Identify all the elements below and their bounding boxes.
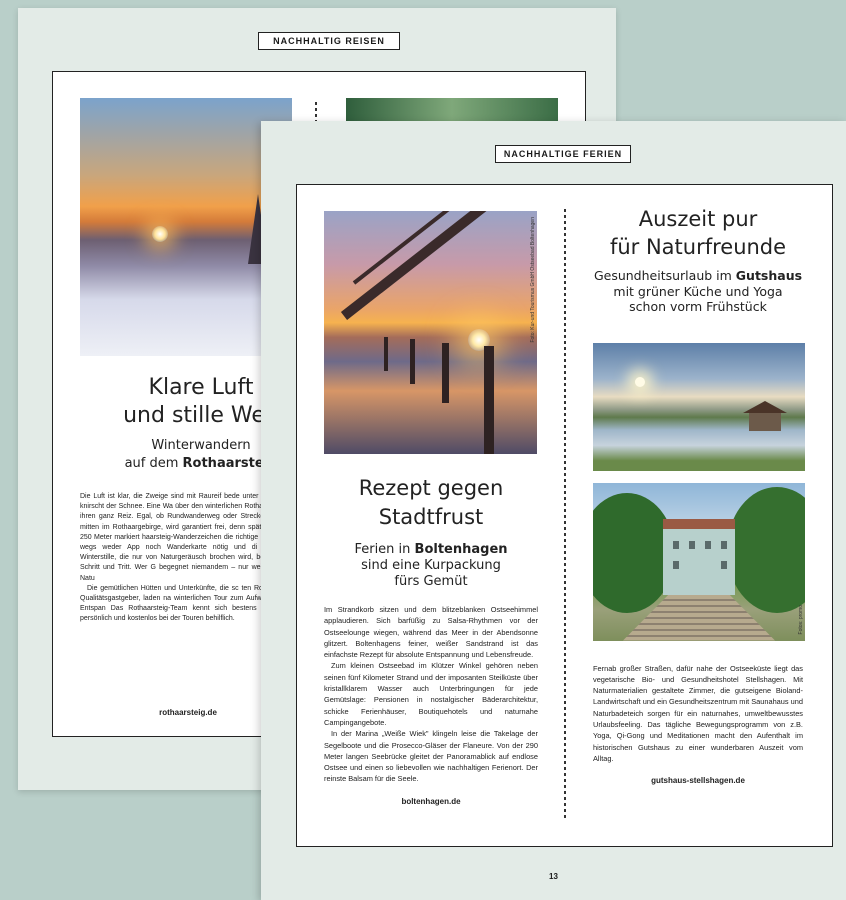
website-link[interactable]: gutshaus-stellshagen.de [593,776,803,785]
window [673,540,679,549]
photo-credit: Foto: Kur-und Tourismus GmbH Ostseebad B… [530,217,536,343]
manor-house-photo: Fotos: promo [593,482,805,641]
article-subtitle: Ferien in Boltenhagen sind eine Kurpacku… [324,542,538,590]
right-column: Auszeit pur für Naturfreunde Gesundheits… [593,205,805,785]
article-frame: Foto: Kur-und Tourismus GmbH Ostseebad B… [296,184,833,847]
pier-sunset-photo: Foto: Kur-und Tourismus GmbH Ostseebad B… [324,211,537,454]
window [721,560,727,569]
subtitle-text: Ferien in [354,542,415,557]
pavilion-base [749,412,781,431]
title-line: und stille Weg [123,403,279,428]
pier-post [442,343,449,403]
pier-post [410,339,415,384]
title-line: Klare Luft [148,375,254,400]
pier-post [384,337,388,371]
subtitle-line: mit grüner Küche und Yoga [613,283,783,299]
pier-post [484,346,494,454]
pier-rail [352,211,537,285]
window [721,540,727,549]
tree [727,486,805,613]
section-tag: NACHHALTIGE FERIEN [495,145,631,163]
section-tag: NACHHALTIG REISEN [258,32,400,50]
subtitle-bold: Gutshaus [735,268,803,283]
article-title: Rezept gegen Stadtfrust [324,474,538,532]
article-body: Im Strandkorb sitzen und dem blitzeblank… [324,604,538,785]
page-number: 13 [549,872,558,881]
window [705,540,711,549]
sun [635,376,645,387]
column-divider [564,209,566,821]
subtitle-text: Gesundheitsurlaub im [593,268,736,283]
article-title: Auszeit pur für Naturfreunde [593,205,803,261]
sun [152,226,168,242]
subtitle-bold: Boltenhagen [414,542,508,557]
article-body: Fernab großer Straßen, dafür nahe der Os… [593,663,803,765]
title-line: Rezept gegen [358,476,504,500]
subtitle-line: fürs Gemüt [394,574,468,589]
website-link[interactable]: boltenhagen.de [324,797,538,806]
pavilion-roof [743,400,787,413]
article-subtitle: Gesundheitsurlaub im Gutshaus mit grüner… [593,268,803,315]
photo-credit: Fotos: promo [798,605,804,635]
title-line: Auszeit pur [638,207,758,231]
lake-pavilion-photo [593,342,805,471]
paragraph: Zum kleinen Ostseebad im Klützer Winkel … [324,661,538,727]
subtitle-text: auf dem [124,456,183,471]
window [673,560,679,569]
paragraph: Fernab großer Straßen, dafür nahe der Os… [593,663,803,763]
front-magazine-page: NACHHALTIGE FERIEN Foto: Kur-und Tourism… [261,121,846,900]
subtitle-line: schon vorm Frühstück [629,299,767,314]
window [689,540,695,549]
paragraph: In der Marina „Weiße Wiek" klingeln leis… [324,729,538,784]
subtitle-line: sind eine Kurpackung [361,558,501,573]
title-line: Stadtfrust [378,505,484,529]
title-line: für Naturfreunde [609,235,787,259]
paragraph: Im Strandkorb sitzen und dem blitzeblank… [324,605,538,660]
manor-house [663,518,735,595]
subtitle-line: Winterwandern [151,438,251,453]
left-column: Foto: Kur-und Tourismus GmbH Ostseebad B… [324,211,538,806]
